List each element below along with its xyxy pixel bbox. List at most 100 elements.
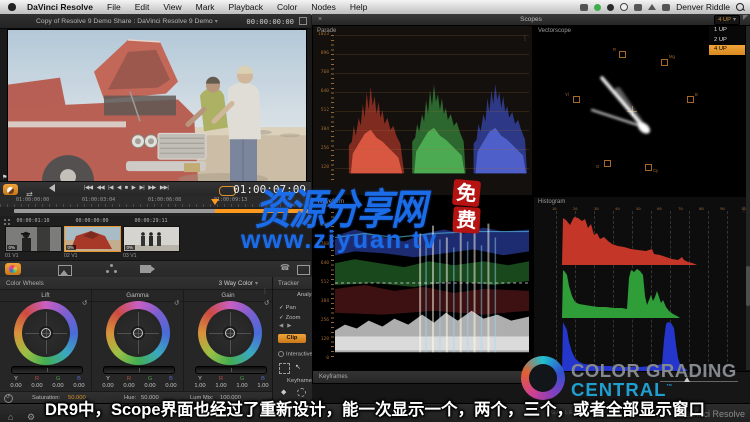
flag-icon[interactable]: ⚑ bbox=[2, 174, 7, 181]
tracker-panel: Tracker Analyze Pan Zoom ◀▶ Clip Interac… bbox=[272, 277, 312, 403]
keyframe-circle-icon[interactable] bbox=[297, 388, 306, 397]
interactive-option[interactable]: Interactive bbox=[278, 351, 312, 358]
clip-button[interactable]: Clip bbox=[278, 334, 306, 343]
histogram-menu-icon[interactable] bbox=[741, 198, 747, 216]
menu-edit[interactable]: Edit bbox=[128, 2, 157, 12]
nodes-icon[interactable] bbox=[106, 264, 117, 275]
jump-start-button[interactable]: |◀◀ bbox=[84, 185, 93, 191]
lift-value: 0.00 bbox=[10, 383, 22, 389]
layout-option-1up[interactable]: 1 UP bbox=[709, 26, 745, 36]
waveform-scope[interactable]: Waveform 1023 896 768 640 512 384 256 12… bbox=[312, 196, 533, 372]
gamma-value: 0.00 bbox=[144, 383, 156, 389]
fullscreen-icon[interactable] bbox=[299, 17, 307, 25]
lift-wheel[interactable] bbox=[14, 301, 78, 365]
channel-label: G bbox=[239, 376, 245, 382]
clip-thumbnail-3[interactable]: 0% bbox=[123, 226, 180, 252]
gain-master-slider[interactable] bbox=[195, 366, 267, 374]
keyframes-bar[interactable]: Keyframes bbox=[312, 370, 533, 384]
hue-value[interactable]: 50.000 bbox=[141, 395, 159, 401]
home-icon[interactable] bbox=[8, 407, 13, 422]
app-status-icon[interactable] bbox=[607, 3, 615, 11]
camera-raw-icon[interactable] bbox=[140, 265, 155, 273]
keyframe-diamond-icon[interactable]: ◆ bbox=[281, 388, 286, 396]
histogram-scope[interactable]: Histogram 1020 3040 5060 7080 90100 bbox=[533, 196, 750, 372]
menu-mark[interactable]: Mark bbox=[189, 2, 222, 12]
step-forward-button[interactable]: ▶| bbox=[139, 185, 144, 191]
channel-label: G bbox=[147, 376, 153, 382]
keyframes-menu-icon[interactable] bbox=[522, 373, 528, 380]
gamma-wheel[interactable] bbox=[106, 301, 170, 365]
scope-layout-dropdown[interactable]: 4 UP bbox=[714, 15, 740, 25]
lift-master-slider[interactable] bbox=[11, 366, 83, 374]
window-icon[interactable] bbox=[662, 3, 671, 11]
parade-menu-icon[interactable] bbox=[522, 27, 528, 45]
mode-dropdown[interactable]: 3 Way Color bbox=[219, 280, 258, 287]
fast-rewind-button[interactable]: ◀◀ bbox=[97, 185, 105, 191]
jump-end-button[interactable]: ▶▶| bbox=[160, 185, 169, 191]
spotlight-search-icon[interactable] bbox=[736, 3, 744, 11]
clock-icon[interactable] bbox=[620, 3, 629, 11]
gamma-master-slider[interactable] bbox=[103, 366, 175, 374]
menu-file[interactable]: File bbox=[100, 2, 128, 12]
display-icon[interactable] bbox=[634, 3, 643, 11]
layout-option-2up[interactable]: 2 UP bbox=[709, 36, 745, 46]
step-back-button[interactable]: |◀ bbox=[108, 185, 113, 191]
gain-reset-icon[interactable] bbox=[264, 292, 269, 310]
gallery-label[interactable]: GALLERY bbox=[551, 410, 583, 416]
gamma-wheel-handle[interactable] bbox=[133, 328, 143, 338]
handset-icon[interactable]: ☎ bbox=[280, 263, 290, 272]
menu-color[interactable]: Color bbox=[270, 2, 304, 12]
vectorscope-target-box bbox=[604, 160, 611, 167]
volume-icon[interactable] bbox=[648, 4, 657, 10]
dropbox-icon[interactable] bbox=[594, 3, 602, 11]
apple-icon[interactable] bbox=[8, 3, 16, 11]
zoom-slider[interactable] bbox=[660, 381, 738, 382]
radio-icon[interactable] bbox=[278, 351, 284, 357]
axis-label: 128 bbox=[320, 337, 329, 342]
gain-wheel-handle[interactable] bbox=[225, 328, 235, 338]
wipe-icon[interactable] bbox=[3, 184, 18, 195]
viewer-image[interactable] bbox=[7, 29, 307, 182]
play-reverse-button[interactable]: ◀ bbox=[117, 185, 121, 191]
stills-icon[interactable] bbox=[58, 265, 72, 276]
detach-icon[interactable] bbox=[743, 15, 748, 20]
clip-timecode: 00:00:29:11 bbox=[134, 218, 168, 224]
axis-label: 768 bbox=[320, 242, 329, 247]
parade-scope[interactable]: Parade 1023 896 768 640 512 384 256 128 bbox=[312, 25, 533, 196]
stop-button[interactable]: ■ bbox=[125, 185, 128, 191]
menu-playback[interactable]: Playback bbox=[222, 2, 271, 12]
gamma-reset-icon[interactable] bbox=[174, 292, 179, 310]
lum-mix-value[interactable]: 100.000 bbox=[220, 395, 241, 401]
menu-help[interactable]: Help bbox=[343, 2, 374, 12]
play-button[interactable]: ▶ bbox=[132, 185, 136, 191]
lift-reset-icon[interactable] bbox=[82, 292, 87, 310]
frame-step-arrows[interactable]: ◀▶ bbox=[279, 323, 295, 329]
project-title-dropdown[interactable]: Copy of Resolve 9 Demo Share : DaVinci R… bbox=[36, 18, 218, 25]
menu-view[interactable]: View bbox=[156, 2, 188, 12]
layout-option-4up[interactable]: 4 UP bbox=[709, 45, 745, 55]
color-wheels-tool-icon[interactable] bbox=[5, 263, 21, 275]
analyze-label[interactable]: Analyze bbox=[297, 292, 312, 298]
fast-forward-button[interactable]: ▶▶ bbox=[148, 185, 156, 191]
menu-nodes[interactable]: Nodes bbox=[304, 2, 343, 12]
lift-value: 0.00 bbox=[52, 383, 64, 389]
clip-thumbnail-2-selected[interactable]: 0% bbox=[64, 226, 121, 252]
reset-all-icon[interactable] bbox=[4, 394, 13, 403]
lift-wheel-handle[interactable] bbox=[41, 328, 51, 338]
user-menu[interactable]: Denver Riddle bbox=[676, 2, 730, 12]
menu-app-name[interactable]: DaVinci Resolve bbox=[20, 2, 100, 12]
monitor-icon[interactable] bbox=[297, 265, 310, 275]
gain-wheel[interactable] bbox=[198, 301, 262, 365]
track-bar[interactable] bbox=[14, 209, 308, 213]
marquee-icon[interactable] bbox=[279, 363, 290, 374]
saturation-value[interactable]: 50.000 bbox=[68, 395, 86, 401]
gear-icon[interactable] bbox=[27, 407, 35, 422]
zoom-checkbox[interactable]: Zoom bbox=[279, 315, 301, 321]
camera-icon[interactable] bbox=[580, 3, 589, 11]
cursor-icon[interactable]: ↖ bbox=[295, 363, 301, 371]
clip-timecode: 00:00:00:00 bbox=[75, 218, 109, 224]
pan-checkbox[interactable]: Pan bbox=[279, 305, 296, 311]
clip-thumbnail-1[interactable]: 0% bbox=[5, 226, 62, 252]
axis-label: 512 bbox=[320, 280, 329, 285]
zoom-slider-handle[interactable] bbox=[684, 377, 690, 382]
